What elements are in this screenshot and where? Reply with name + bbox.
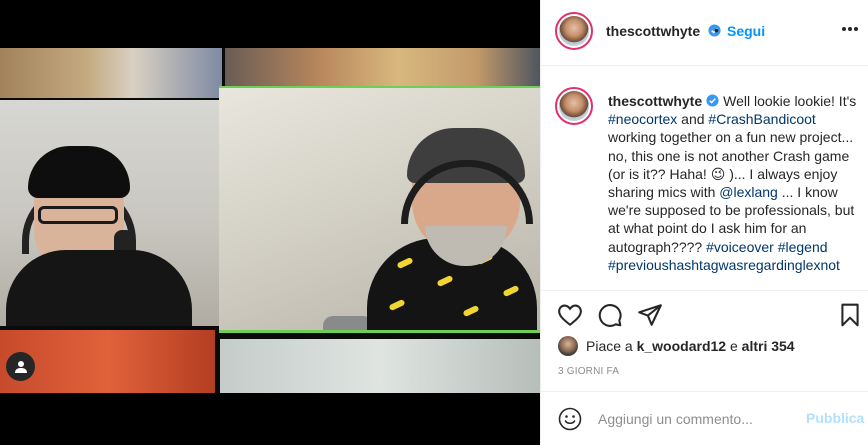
post-timestamp[interactable]: 3 GIORNI FA bbox=[558, 366, 619, 377]
video-tile-left-person bbox=[0, 100, 219, 326]
verified-badge-icon bbox=[706, 94, 719, 107]
video-tile-right-person bbox=[219, 86, 540, 333]
caption-area: thescottwhyte Well lookie lookie! It's #n… bbox=[541, 67, 868, 289]
post-header: thescottwhyte • Segui bbox=[541, 0, 868, 66]
paper-plane-icon[interactable] bbox=[637, 302, 663, 328]
caption-text: thescottwhyte Well lookie lookie! It's #n… bbox=[608, 92, 858, 274]
action-bar bbox=[541, 290, 868, 340]
caption-avatar[interactable] bbox=[555, 87, 593, 125]
likes-count-link[interactable]: altri 354 bbox=[742, 338, 795, 354]
video-call-image bbox=[0, 48, 540, 393]
bookmark-icon[interactable] bbox=[837, 302, 863, 328]
publish-comment-button[interactable]: Pubblica bbox=[806, 410, 864, 426]
liker-avatar[interactable] bbox=[558, 336, 578, 356]
liker-username[interactable]: k_woodard12 bbox=[637, 338, 726, 354]
follow-button[interactable]: Segui bbox=[727, 23, 765, 39]
hashtag-link[interactable]: #neocortex bbox=[608, 111, 677, 127]
mention-link[interactable]: @lexlang bbox=[719, 184, 778, 200]
likes-summary: Piace a k_woodard12 e altri 354 bbox=[558, 335, 795, 357]
caption-username[interactable]: thescottwhyte bbox=[608, 93, 702, 109]
avatar[interactable] bbox=[555, 12, 593, 50]
hashtag-link[interactable]: #legend bbox=[778, 239, 828, 255]
post-side-panel: thescottwhyte • Segui thescottwhyte Well … bbox=[540, 0, 868, 445]
post-media[interactable] bbox=[0, 0, 540, 445]
comment-form: Pubblica bbox=[541, 391, 868, 445]
comment-bubble-icon[interactable] bbox=[597, 302, 623, 328]
video-tile-bottom-right bbox=[220, 339, 540, 393]
heart-icon[interactable] bbox=[557, 302, 583, 328]
header-username[interactable]: thescottwhyte bbox=[606, 23, 700, 39]
user-tag-icon[interactable] bbox=[6, 352, 35, 381]
video-tile-top-right bbox=[225, 48, 540, 86]
follow-separator: • bbox=[714, 22, 719, 38]
caption-body: Well lookie lookie! It's #neocortex and … bbox=[608, 93, 857, 273]
comment-input[interactable] bbox=[598, 408, 798, 430]
hashtag-link[interactable]: #previoushashtagwasregardinglexnot bbox=[608, 257, 840, 273]
hashtag-link[interactable]: #voiceover bbox=[706, 239, 774, 255]
smiley-icon[interactable] bbox=[558, 407, 582, 431]
more-options-icon[interactable] bbox=[842, 19, 858, 39]
video-tile-top-left bbox=[0, 48, 222, 98]
hashtag-link[interactable]: #CrashBandicoot bbox=[708, 111, 815, 127]
